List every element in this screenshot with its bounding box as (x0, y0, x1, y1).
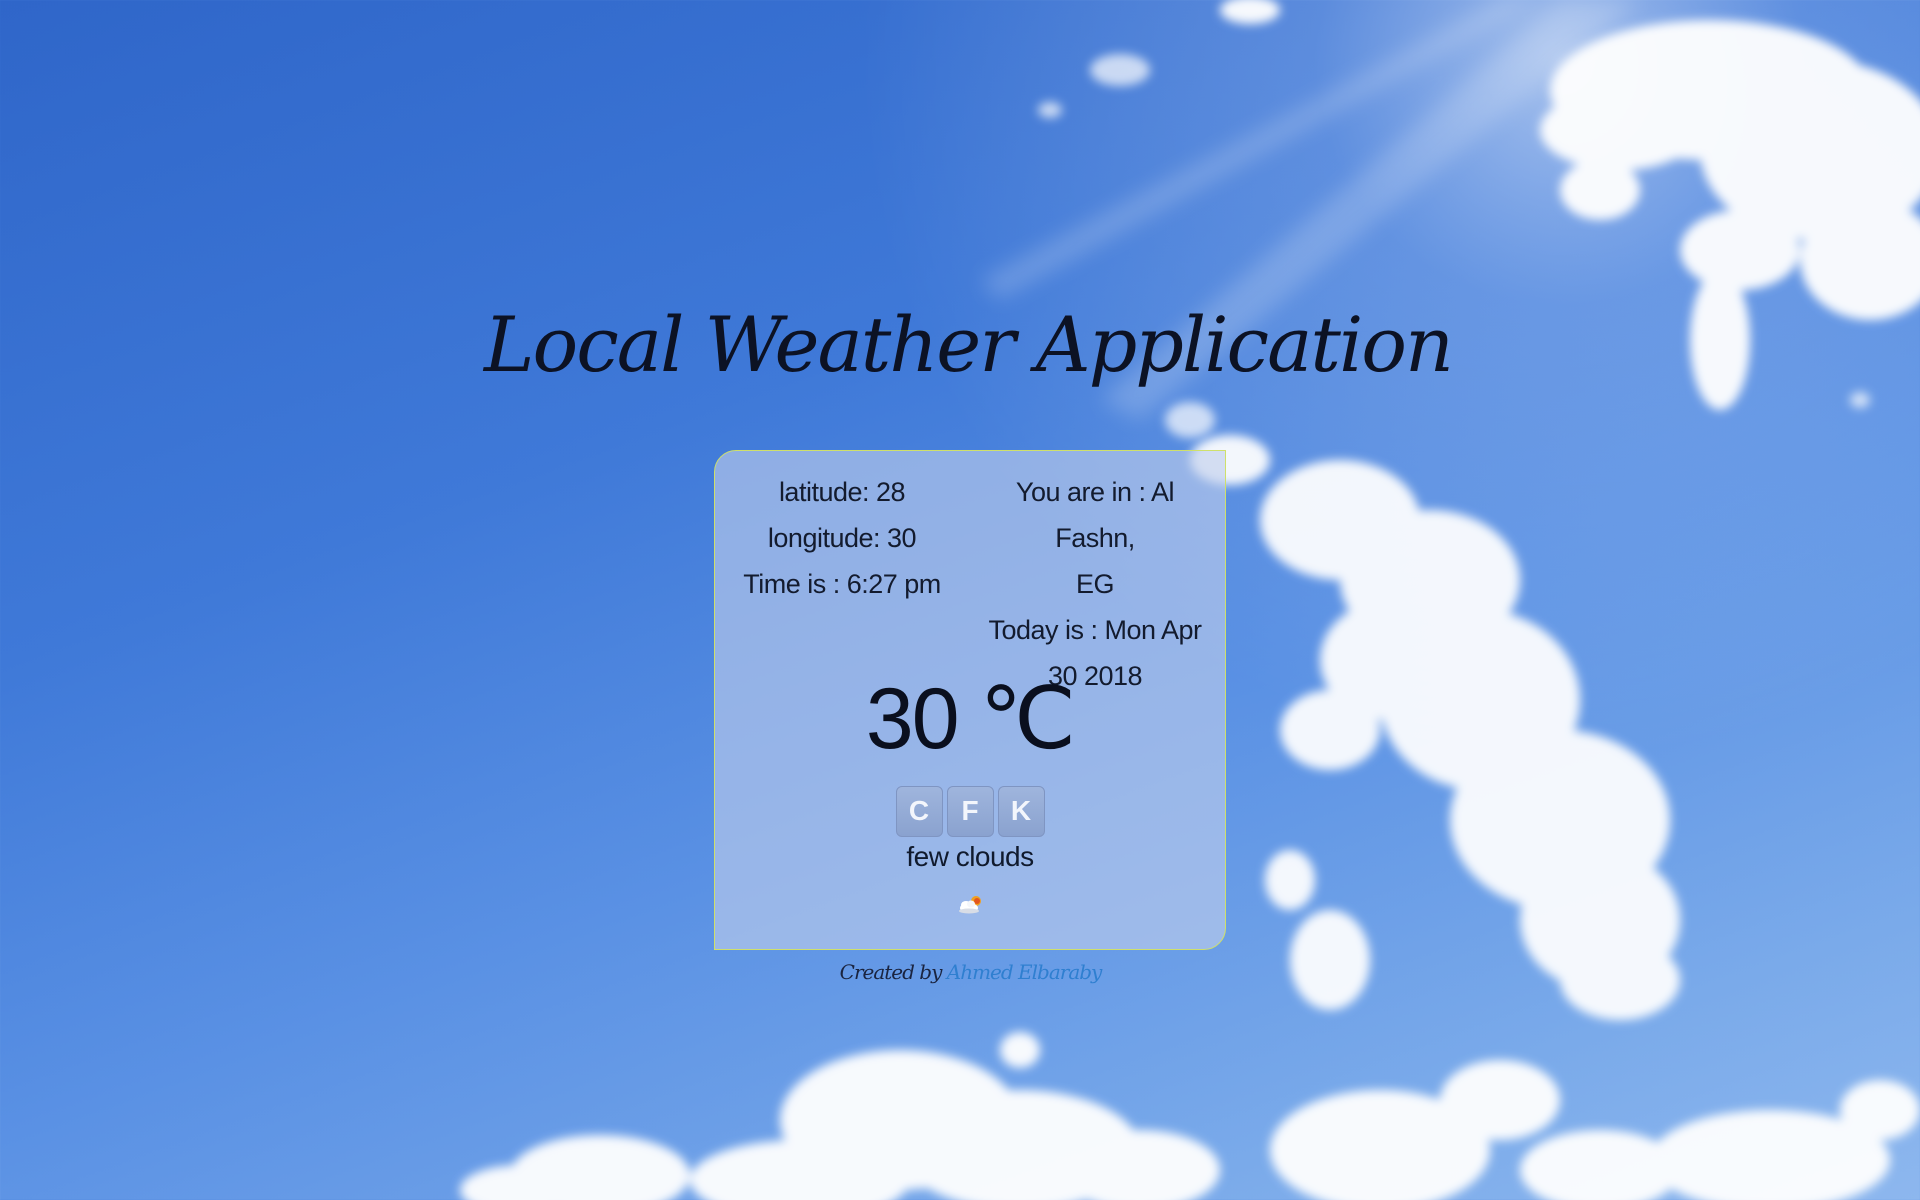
fahrenheit-button[interactable]: F (946, 786, 994, 837)
few-clouds-icon (959, 896, 981, 914)
info-grid: latitude: 28 longitude: 30 Time is : 6:2… (715, 469, 1225, 699)
unit-toggle-group: C F K (715, 786, 1225, 837)
page-title: Local Weather Application (484, 300, 1454, 389)
footer-credit: Created by Ahmed Elbaraby (0, 960, 1920, 984)
date-text: Today is : Mon Apr (988, 615, 1202, 645)
credit-prefix: Created by (839, 960, 943, 984)
latitude-text: latitude: 28 (778, 477, 906, 507)
location-column: You are in : Al Fashn, EG Today is : Mon… (975, 469, 1225, 699)
coordinates-column: latitude: 28 longitude: 30 Time is : 6:2… (715, 469, 963, 699)
weather-description: few clouds (906, 841, 1034, 872)
temperature-value: 30 ℃ (865, 671, 1076, 767)
kelvin-button[interactable]: K (997, 786, 1045, 837)
location-text: You are in : Al Fashn, (1015, 477, 1175, 553)
author-link[interactable]: Ahmed Elbaraby (947, 960, 1103, 984)
longitude-text: longitude: 30 (767, 523, 917, 553)
country-text: EG (1075, 569, 1115, 599)
celsius-button[interactable]: C (895, 786, 943, 837)
weather-card: latitude: 28 longitude: 30 Time is : 6:2… (714, 450, 1226, 950)
time-text: Time is : 6:27 pm (743, 569, 941, 599)
